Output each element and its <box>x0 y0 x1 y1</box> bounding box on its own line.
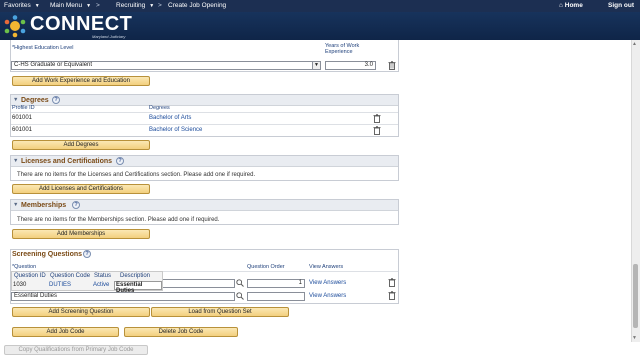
view-answers-link-row-1[interactable]: View Answers <box>309 280 346 286</box>
collapse-triangle-icon[interactable]: ▼ <box>13 97 18 103</box>
help-icon[interactable]: ? <box>72 201 80 209</box>
popup-suggestion-row[interactable]: 1030 DUTIES Active Essential Duties <box>12 280 162 294</box>
profile-id-header: Profile ID <box>12 105 35 111</box>
main-menu-label: Main Menu <box>50 2 83 9</box>
favorites-label: Favorites <box>4 2 31 9</box>
copy-qualifications-button[interactable]: Copy Qualifications from Primary Job Cod… <box>4 345 148 355</box>
view-answers-header: View Answers <box>309 264 344 270</box>
scroll-down-icon[interactable]: ▼ <box>632 335 637 341</box>
divider <box>11 124 398 125</box>
licenses-empty-message: There are no items for the Licenses and … <box>17 172 256 178</box>
connect-logo-icon <box>4 15 26 38</box>
degree-row-2-profile-id: 601001 <box>12 127 33 133</box>
education-level-header: *Highest Education Level <box>12 45 74 51</box>
degree-row-2-link[interactable]: Bachelor of Science <box>149 127 202 133</box>
memberships-section-bar <box>11 200 398 211</box>
chevron-down-icon: ▼ <box>86 3 92 9</box>
memberships-empty-message: There are no items for the Memberships s… <box>17 217 220 223</box>
popup-description: Essential Duties <box>114 281 162 294</box>
question-column-header: *Question <box>12 264 37 270</box>
question-order-input-row-1[interactable]: 1 <box>247 279 305 288</box>
add-licenses-button[interactable]: Add Licenses and Certifications <box>12 184 150 194</box>
breadcrumb-separator: > <box>158 2 162 9</box>
add-memberships-button[interactable]: Add Memberships <box>12 229 150 239</box>
delete-job-code-button[interactable]: Delete Job Code <box>124 327 238 337</box>
popup-status-header: Status <box>94 273 112 279</box>
favorites-menu[interactable]: Favorites ▼ <box>4 2 40 9</box>
question-order-header: Question Order <box>247 264 285 270</box>
popup-description-header: Description <box>120 273 151 279</box>
trash-icon[interactable] <box>373 126 381 135</box>
divider <box>11 112 398 113</box>
brand-subtitle: Maryland Judiciary <box>92 34 126 39</box>
memberships-title: Memberships <box>21 202 67 209</box>
main-menu[interactable]: Main Menu ▼ <box>50 2 91 9</box>
chevron-down-icon: ▼ <box>149 3 155 9</box>
screening-questions-title: Screening Questions <box>12 251 83 258</box>
years-experience-input[interactable]: 3.0 <box>325 61 376 70</box>
help-icon[interactable]: ? <box>83 250 91 258</box>
education-level-value: C-HS Graduate or Equivalent <box>14 62 93 68</box>
trash-icon[interactable] <box>388 61 396 70</box>
chevron-down-icon[interactable]: ▼ <box>312 62 320 69</box>
trash-icon[interactable] <box>373 114 381 123</box>
search-icon[interactable] <box>236 292 244 300</box>
degrees-column-header: Degrees <box>149 105 170 111</box>
scroll-up-icon[interactable]: ▲ <box>632 41 637 47</box>
trash-icon[interactable] <box>388 291 396 300</box>
collapse-triangle-icon[interactable]: ▼ <box>13 202 18 208</box>
load-from-question-set-button[interactable]: Load from Question Set <box>151 307 289 317</box>
scrollbar-thumb[interactable] <box>633 264 638 328</box>
licenses-title: Licenses and Certifications <box>21 158 113 165</box>
top-navigation-bar: Favorites ▼ Main Menu ▼ > Recruiting ▼ > Cr… <box>0 0 640 12</box>
home-link[interactable]: ⌂ Home <box>559 2 583 9</box>
popup-question-code: DUTIES <box>49 282 72 288</box>
home-icon: ⌂ <box>559 2 563 9</box>
search-icon[interactable] <box>236 279 244 287</box>
degrees-section-bar <box>11 95 398 106</box>
help-icon[interactable]: ? <box>116 157 124 165</box>
degree-row-1-link[interactable]: Bachelor of Arts <box>149 115 191 121</box>
recruiting-menu[interactable]: Recruiting ▼ <box>116 2 154 9</box>
education-level-select[interactable]: C-HS Graduate or Equivalent <box>11 61 321 70</box>
sign-out-link[interactable]: Sign out <box>608 2 634 9</box>
brand-name: CONNECT <box>30 13 133 35</box>
breadcrumb-separator: > <box>96 2 100 9</box>
add-job-code-button[interactable]: Add Job Code <box>12 327 119 337</box>
years-experience-header: Years of Work Experience <box>325 43 360 55</box>
home-label: Home <box>564 2 583 9</box>
help-icon[interactable]: ? <box>52 96 60 104</box>
popup-status: Active <box>93 282 110 288</box>
question-order-input-row-2[interactable] <box>247 292 305 301</box>
popup-question-code-header: Question Code <box>50 273 91 279</box>
popup-question-id: 1030 <box>13 282 27 288</box>
degree-row-1-profile-id: 601001 <box>12 115 33 121</box>
recruiting-label: Recruiting <box>116 2 146 9</box>
trash-icon[interactable] <box>388 278 396 287</box>
breadcrumb-create-job-opening[interactable]: Create Job Opening <box>168 2 226 9</box>
add-degrees-button[interactable]: Add Degrees <box>12 140 150 150</box>
collapse-triangle-icon[interactable]: ▼ <box>13 158 18 164</box>
chevron-down-icon: ▼ <box>34 3 40 9</box>
add-screening-question-button[interactable]: Add Screening Question <box>12 307 150 317</box>
question-input-row-2[interactable]: Essential Duties <box>11 292 235 301</box>
add-work-experience-button[interactable]: Add Work Experience and Education <box>12 76 150 86</box>
view-answers-link-row-2[interactable]: View Answers <box>309 293 346 299</box>
popup-question-id-header: Question ID <box>14 273 46 279</box>
